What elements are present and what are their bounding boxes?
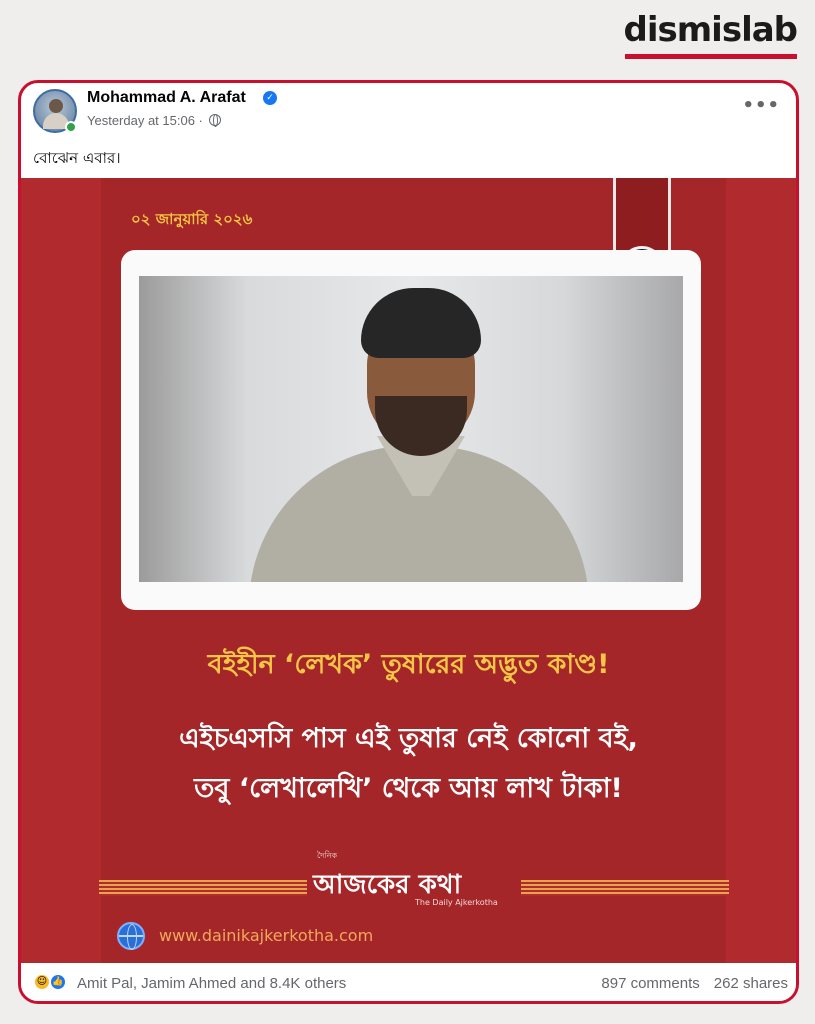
brand-underline [625,54,797,59]
image-subline-2: তবু ‘লেখালেখি’ থেকে আয় লাখ টাকা! [194,773,623,804]
decorative-stripe-right [521,880,729,896]
post-caption: বোঝেন এবার। [33,149,121,167]
photo-frame [121,250,701,610]
haha-reaction-icon[interactable]: ☺ [33,973,51,991]
person-hair [361,288,481,358]
facebook-post-card: Mohammad A. Arafat ✓ Yesterday at 15:06 … [18,80,799,1004]
publisher-website: www.dainikajkerkotha.com [159,926,374,945]
post-timestamp[interactable]: Yesterday at 15:06 · [87,113,203,128]
image-headline: বইহীন ‘লেখক’ তুষারের অদ্ভুত কাণ্ড! [207,649,610,680]
reactions-summary[interactable]: Amit Pal, Jamim Ahmed and 8.4K others [77,975,346,992]
like-reaction-icon[interactable]: 👍 [49,973,67,991]
online-status-icon [65,121,77,133]
post-header: Mohammad A. Arafat ✓ Yesterday at 15:06 … [21,83,796,178]
more-options-icon[interactable]: ••• [742,95,780,116]
author-name[interactable]: Mohammad A. Arafat [87,89,246,107]
globe-icon [208,114,221,127]
decorative-stripe-left [99,880,307,896]
brand-logo: dismislab [623,10,798,50]
comments-count[interactable]: 897 comments [601,975,699,992]
image-date: ০২ জানুয়ারি ২০২৬ [131,210,253,228]
post-meta: Yesterday at 15:06 · [87,113,221,128]
avatar-head [49,99,63,113]
shares-count[interactable]: 262 shares [714,975,788,992]
image-subline-1: এইচএসসি পাস এই তুষার নেই কোনো বই, [179,723,638,754]
globe-icon [117,922,145,950]
verified-badge-icon: ✓ [263,91,277,105]
post-footer: ☺ 👍 Amit Pal, Jamim Ahmed and 8.4K other… [21,963,796,1001]
person-photo [139,276,683,582]
publisher-logo-subtitle: The Daily Ajkerkotha [415,898,498,907]
post-image[interactable]: ০২ জানুয়ারি ২০২৬ আ বইহীন ‘লেখক’ তুষারের… [21,178,796,963]
post-stats: 897 comments 262 shares [601,975,788,992]
publisher-logo-small: দৈনিক [317,851,338,860]
